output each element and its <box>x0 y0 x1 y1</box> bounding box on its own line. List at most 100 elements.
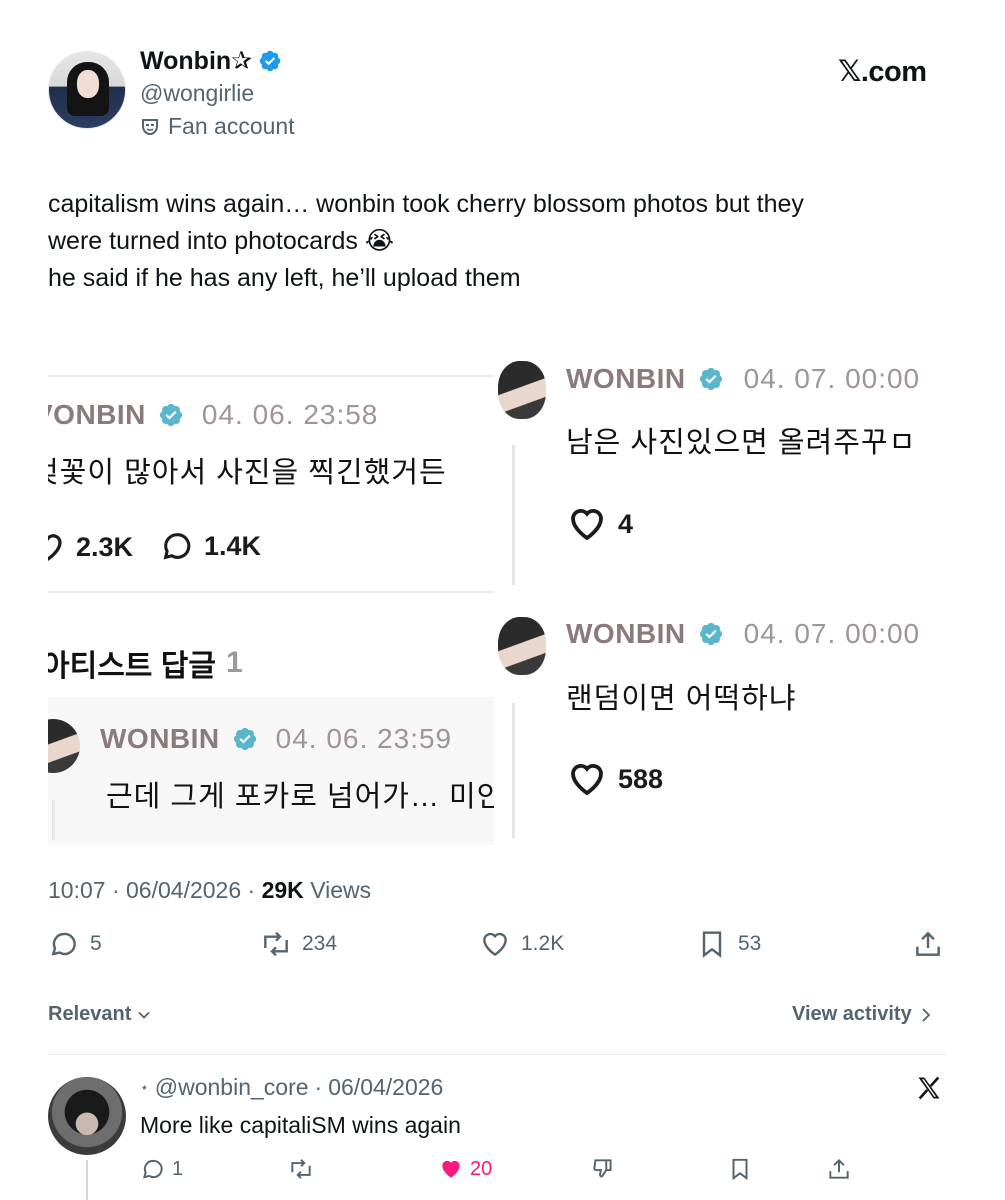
embed-right-post2-header: WONBIN 04. 07. 00:00 <box>566 618 920 650</box>
comment-bubble-icon <box>163 533 191 560</box>
artist-replies-header: 아티스트 답글 1 <box>48 641 243 685</box>
thumbs-down-icon <box>593 1159 612 1178</box>
embed-right-post2-text: 랜덤이면 어떡하냐 <box>566 683 797 715</box>
tweet-action-bar: 5 234 1.2K 53 <box>48 928 948 968</box>
embed-post-text: 벚꽃이 많아서 사진을 찍긴했거든 <box>48 457 447 489</box>
tweet-line: capitalism wins again… wonbin took cherr… <box>48 190 804 218</box>
reply-header: ⋆ @wonbin_core · 06/04/2026 <box>140 1074 443 1101</box>
embed-right-post1-name: WONBIN <box>566 363 686 394</box>
reply-icon <box>51 932 76 956</box>
bookmark-icon <box>702 931 722 958</box>
thread-line <box>86 1160 88 1200</box>
embed-right-post1-text: 남은 사진있으면 올려주꾸ㅁ <box>566 427 917 459</box>
repost-icon <box>291 1159 311 1179</box>
share-icon <box>916 931 940 956</box>
heart-icon <box>571 509 603 541</box>
reply-date[interactable]: 06/04/2026 <box>328 1074 443 1101</box>
embed-right-post2-like-count: 588 <box>618 763 664 794</box>
reply-bookmark-button[interactable] <box>727 1156 753 1182</box>
embed-right-post1-header: WONBIN 04. 07. 00:00 <box>566 363 920 395</box>
embed-reply-header: WONBIN 04. 06. 23:59 <box>100 723 452 755</box>
author-avatar[interactable] <box>48 51 126 129</box>
embed-post-date: 04. 06. 23:58 <box>201 399 379 430</box>
embed-reply-name: WONBIN <box>100 723 220 754</box>
meta-separator: · <box>111 877 127 903</box>
author-name[interactable]: Wonbin✰ <box>140 46 252 76</box>
embed-comment-stat: 1.4K <box>160 529 261 563</box>
embed-like-stat: 2.3K <box>48 529 133 565</box>
bookmark-count: 53 <box>738 932 762 955</box>
divider <box>48 375 494 377</box>
divider <box>48 1054 945 1055</box>
tweet-time[interactable]: 10:07 <box>48 877 106 903</box>
meta-separator: · <box>314 1074 323 1100</box>
reply-button[interactable]: 5 <box>48 928 102 960</box>
thread-line <box>512 445 515 585</box>
embed-right-post2-date: 04. 07. 00:00 <box>743 618 921 649</box>
thread-line <box>512 703 515 838</box>
x-logo-icon <box>918 1076 940 1100</box>
reply-reply-button[interactable]: 1 <box>140 1156 183 1182</box>
tweet-date[interactable]: 06/04/2026 <box>126 877 241 903</box>
embed-right-post1-like-count: 4 <box>618 508 634 539</box>
reply-repost-button[interactable] <box>288 1156 314 1182</box>
verified-badge-icon <box>259 50 281 72</box>
like-button[interactable]: 1.2K <box>479 928 564 960</box>
bookmark-icon <box>732 1158 748 1181</box>
author-handle[interactable]: @wongirlie <box>140 80 254 107</box>
like-count: 1.2K <box>521 932 565 955</box>
embedded-image[interactable]: VONBIN 04. 06. 23:58 벚꽃이 많아서 사진을 찍긴했거든 2… <box>48 345 948 845</box>
embed-right-panel: WONBIN 04. 07. 00:00 남은 사진있으면 올려주꾸ㅁ 4 WO… <box>496 345 948 845</box>
embed-avatar <box>498 361 546 419</box>
site-label: 𝕏.com <box>838 56 927 88</box>
artist-replies-label: 아티스트 답글 <box>48 650 216 683</box>
tweet-line: were turned into photocards 😭 <box>48 227 395 255</box>
bookmark-button[interactable]: 53 <box>696 928 761 960</box>
view-activity-label: View activity <box>792 1003 912 1025</box>
heart-icon <box>48 534 62 561</box>
chevron-right-icon <box>922 1007 930 1022</box>
embed-verified-icon <box>233 727 256 751</box>
thread-line <box>52 800 55 840</box>
heart-icon <box>571 764 603 796</box>
embed-verified-icon <box>159 403 183 427</box>
relevant-sort-dropdown[interactable]: Relevant <box>48 1003 151 1026</box>
embed-reply-date: 04. 06. 23:59 <box>275 723 453 754</box>
reply-text: More like capitaliSM wins again <box>140 1112 461 1138</box>
embed-post-header: VONBIN 04. 06. 23:58 <box>48 399 378 431</box>
mask-icon <box>142 118 158 135</box>
reply-dislike-button[interactable] <box>590 1156 616 1182</box>
tweet-text: capitalism wins again… wonbin took cherr… <box>48 186 948 297</box>
embed-right-post2-name: WONBIN <box>566 618 686 649</box>
artist-reply-card <box>48 697 494 845</box>
embed-comment-count: 1.4K <box>204 530 262 561</box>
fan-account-label: Fan account <box>140 113 295 140</box>
reply-handle[interactable]: @wonbin_core <box>155 1074 309 1101</box>
fan-account-text: Fan account <box>168 113 295 139</box>
view-activity-link[interactable]: View activity <box>792 1003 932 1026</box>
artist-replies-count: 1 <box>225 646 243 679</box>
embed-avatar <box>498 617 546 675</box>
repost-icon <box>264 931 288 957</box>
reply-icon <box>142 1159 163 1179</box>
embed-right-post2-likes: 588 <box>566 758 663 800</box>
heart-filled-icon <box>442 1160 460 1178</box>
repost-count: 234 <box>302 932 338 955</box>
views-count: 29K <box>261 877 304 903</box>
reply-like-button[interactable]: 20 <box>438 1156 492 1182</box>
reply-count: 5 <box>90 932 102 955</box>
tweet-meta: 10:07 · 06/04/2026 · 29K Views <box>48 877 371 904</box>
tweet-line: he said if he has any left, he’ll upload… <box>48 264 521 292</box>
embed-reply-text: 근데 그게 포카로 넘어가… 미안 <box>106 781 494 813</box>
share-button[interactable] <box>912 928 944 960</box>
heart-icon <box>483 932 507 957</box>
embed-verified-icon <box>699 622 722 646</box>
author-name-row[interactable]: Wonbin✰ <box>140 46 282 76</box>
sparkle-icon: ⋆ <box>140 1079 149 1095</box>
relevant-label: Relevant <box>48 1003 132 1025</box>
repost-button[interactable]: 234 <box>260 928 337 960</box>
reply-share-button[interactable] <box>826 1156 852 1182</box>
reply-avatar[interactable] <box>48 1077 126 1155</box>
embed-right-post1-likes: 4 <box>566 503 633 545</box>
embed-like-count: 2.3K <box>76 531 134 562</box>
